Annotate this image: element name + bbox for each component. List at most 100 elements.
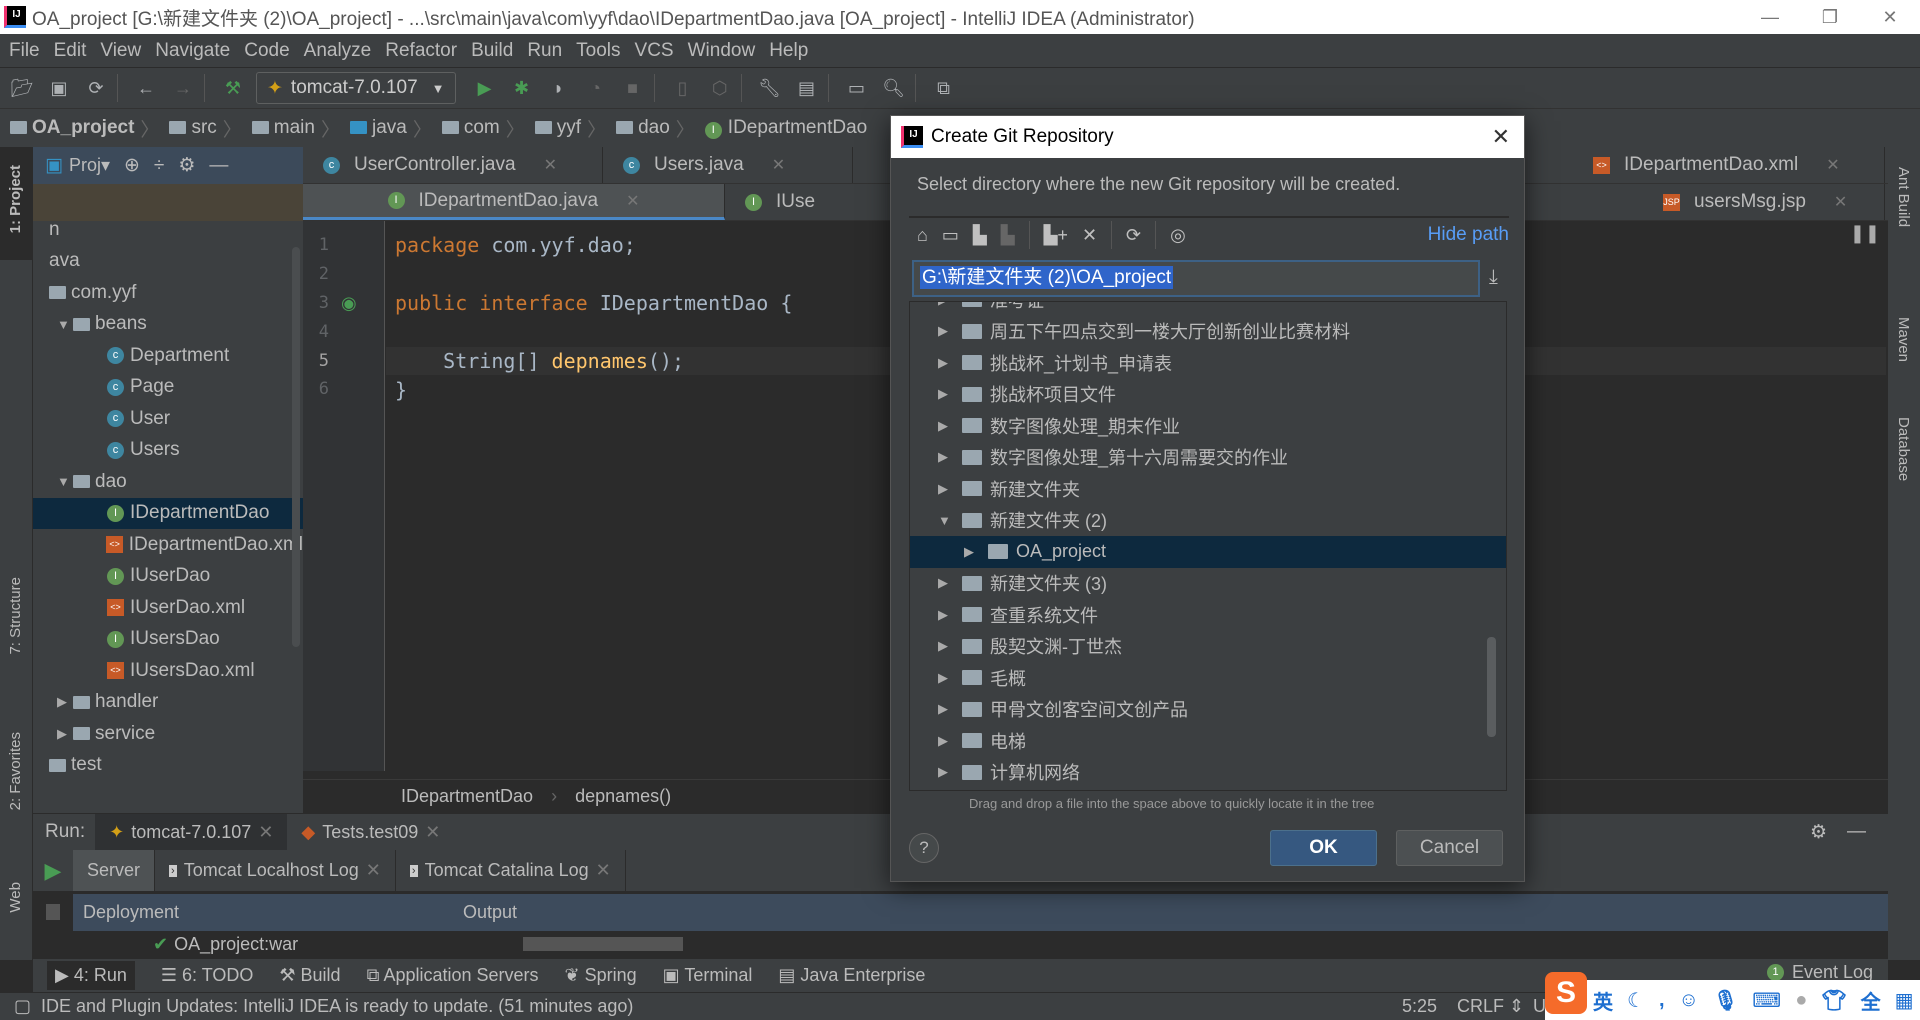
dialog-close-button[interactable]: ✕ [1492, 124, 1510, 150]
breadcrumb-oa_project[interactable]: OA_project [10, 117, 134, 139]
tab-usercontroller[interactable]: c UserController.java ✕ [303, 147, 603, 183]
tree-item-iuserdao[interactable]: I IUserDao [33, 561, 303, 593]
collapsed-arrow-icon[interactable]: ▶ [938, 386, 962, 402]
tab-users[interactable]: c Users.java ✕ [603, 147, 853, 183]
stripe-project[interactable]: 1: Project [7, 165, 24, 233]
gear-icon[interactable]: ⚙ [1810, 821, 1827, 844]
translate-icon[interactable]: ⧉ [929, 73, 959, 103]
collapsed-arrow-icon[interactable]: ▶ [938, 733, 962, 749]
new-folder-icon[interactable]: ▙+ [1044, 225, 1068, 246]
close-window-button[interactable]: ✕ [1860, 7, 1920, 28]
delete-icon[interactable]: ✕ [1082, 225, 1097, 246]
tree-item-service[interactable]: ▶ service [33, 718, 303, 750]
subtab-server[interactable]: Server [73, 850, 156, 891]
run-tab-tomcat[interactable]: ✦ tomcat-7.0.107 ✕ [95, 814, 288, 850]
stripe-structure[interactable]: 7: Structure [7, 577, 24, 655]
build-hammer-icon[interactable]: ⚒ [218, 73, 248, 103]
implemented-gutter-icon[interactable]: ◉ [341, 293, 357, 314]
tool-build[interactable]: ⚒ Build [279, 965, 340, 986]
subtab-catalina-log[interactable]: › Tomcat Catalina Log ✕ [396, 850, 626, 891]
deployment-row[interactable]: ✔ OA_project:war [73, 931, 1888, 958]
minimize-button[interactable]: — [1740, 7, 1800, 28]
collapsed-arrow-icon[interactable]: ▶ [938, 418, 962, 434]
collapsed-arrow-icon[interactable]: ▶ [57, 726, 73, 742]
collapsed-arrow-icon[interactable]: ▶ [938, 355, 962, 371]
breadcrumb-java[interactable]: java [349, 117, 407, 139]
directory-item[interactable]: ▼ 新建文件夹 (2) [910, 505, 1506, 537]
settings-wrench-icon[interactable]: 🔧︎ [755, 73, 785, 103]
tab-idepartmentdao-xml[interactable]: <> IDepartmentDao.xml ✕ [1573, 147, 1885, 183]
ok-button[interactable]: OK [1270, 830, 1377, 866]
locate-icon[interactable]: ⊕ [124, 154, 140, 177]
save-icon[interactable]: ▣ [44, 73, 74, 103]
menu-view[interactable]: View [100, 40, 141, 62]
run-tab-tests[interactable]: ◆ Tests.test09 ✕ [287, 814, 454, 850]
directory-item[interactable]: ▶ 甲骨文创客空间文创产品 [910, 694, 1506, 726]
tool-application-servers[interactable]: ⧉ Application Servers [367, 965, 539, 986]
back-icon[interactable]: ← [131, 73, 161, 103]
tool-4-run[interactable]: ▶ 4: Run [47, 961, 135, 990]
tree-item-idepartmentdao[interactable]: I IDepartmentDao [33, 497, 303, 529]
directory-item[interactable]: ▶ 电梯 [910, 725, 1506, 757]
menu-build[interactable]: Build [471, 40, 513, 62]
menu-vcs[interactable]: VCS [635, 40, 674, 62]
project-view-select[interactable]: Proj▾ [69, 155, 110, 176]
tab-usersmsg-jsp[interactable]: JSP usersMsg.jsp ✕ [1643, 184, 1885, 220]
collapsed-arrow-icon[interactable]: ▶ [938, 638, 962, 654]
breadcrumb-src[interactable]: src [169, 117, 217, 139]
tool-java-enterprise[interactable]: ▤ Java Enterprise [778, 965, 925, 986]
stripe-ant-build[interactable]: Ant Build [1895, 167, 1912, 227]
directory-item[interactable]: ▶ 挑战杯_计划书_申请表 [910, 347, 1506, 379]
debug-icon[interactable]: ✱ [507, 73, 537, 103]
expanded-arrow-icon[interactable]: ▼ [57, 474, 73, 489]
tool-6-todo[interactable]: ☰ 6: TODO [161, 965, 254, 986]
tree-item-beans[interactable]: ▼ beans [33, 309, 303, 341]
line-separator[interactable]: CRLF ⇕ [1457, 996, 1524, 1017]
module-folder-icon[interactable]: ▙ [1001, 225, 1015, 246]
hide-icon[interactable]: — [209, 155, 228, 177]
directory-item[interactable]: ▶ 挑战杯项目文件 [910, 379, 1506, 411]
directory-item[interactable]: ▶ 毛概 [910, 662, 1506, 694]
pause-icon[interactable]: ❚❚ [1850, 223, 1880, 244]
directory-item[interactable]: ▶ 新建文件夹 [910, 473, 1506, 505]
collapsed-arrow-icon[interactable]: ▶ [938, 449, 962, 465]
collapsed-arrow-icon[interactable]: ▶ [938, 701, 962, 717]
status-message[interactable]: IDE and Plugin Updates: IntelliJ IDEA is… [41, 996, 633, 1017]
project-folder-icon[interactable]: ▙ [973, 225, 987, 246]
directory-item[interactable]: ▶ 准考证 [910, 302, 1506, 316]
collapsed-arrow-icon[interactable]: ▶ [938, 302, 962, 308]
run-configuration-select[interactable]: ✦ tomcat-7.0.107 ▼ [256, 72, 456, 104]
tab-iuserdao[interactable]: I IUse [725, 184, 895, 220]
collapsed-arrow-icon[interactable]: ▶ [964, 544, 988, 560]
breadcrumb-main[interactable]: main [251, 117, 315, 139]
menu-edit[interactable]: Edit [54, 40, 87, 62]
open-icon[interactable]: 📂︎ [7, 73, 37, 103]
home-icon[interactable]: ⌂ [917, 225, 928, 246]
hide-path-link[interactable]: Hide path [1428, 224, 1509, 246]
collapsed-arrow-icon[interactable]: ▶ [938, 670, 962, 686]
collapsed-arrow-icon[interactable]: ▶ [57, 694, 73, 710]
directory-item[interactable]: ▶ 数字图像处理_第十六周需要交的作业 [910, 442, 1506, 474]
directory-item[interactable]: ▶ 殷契文渊-丁世杰 [910, 631, 1506, 663]
collapsed-arrow-icon[interactable]: ▶ [938, 607, 962, 623]
ime-language[interactable]: 英 [1593, 986, 1613, 1015]
device-icon[interactable]: ▯ [668, 73, 698, 103]
deploy-icon[interactable]: ⬡ [705, 73, 735, 103]
directory-item[interactable]: ▶ 查重系统文件 [910, 599, 1506, 631]
cancel-button[interactable]: Cancel [1396, 830, 1503, 866]
tree-item-users[interactable]: c Users [33, 435, 303, 467]
crumb-class[interactable]: IDepartmentDao [401, 786, 533, 807]
directory-item[interactable]: ▶ 新建文件夹 (3) [910, 568, 1506, 600]
status-icon[interactable]: ▢ [14, 996, 31, 1017]
menu-run[interactable]: Run [527, 40, 562, 62]
menu-refactor[interactable]: Refactor [385, 40, 457, 62]
tool-terminal[interactable]: ▣ Terminal [663, 965, 753, 986]
expanded-arrow-icon[interactable]: ▼ [938, 513, 962, 528]
refresh-icon[interactable]: ⟳ [1126, 225, 1141, 246]
collapsed-arrow-icon[interactable]: ▶ [938, 481, 962, 497]
terminal-icon[interactable]: ▭ [842, 73, 872, 103]
stripe-web[interactable]: Web [7, 882, 24, 913]
menu-file[interactable]: File [9, 40, 40, 62]
hide-icon[interactable]: — [1847, 821, 1866, 843]
sync-icon[interactable]: ⟳ [81, 73, 111, 103]
